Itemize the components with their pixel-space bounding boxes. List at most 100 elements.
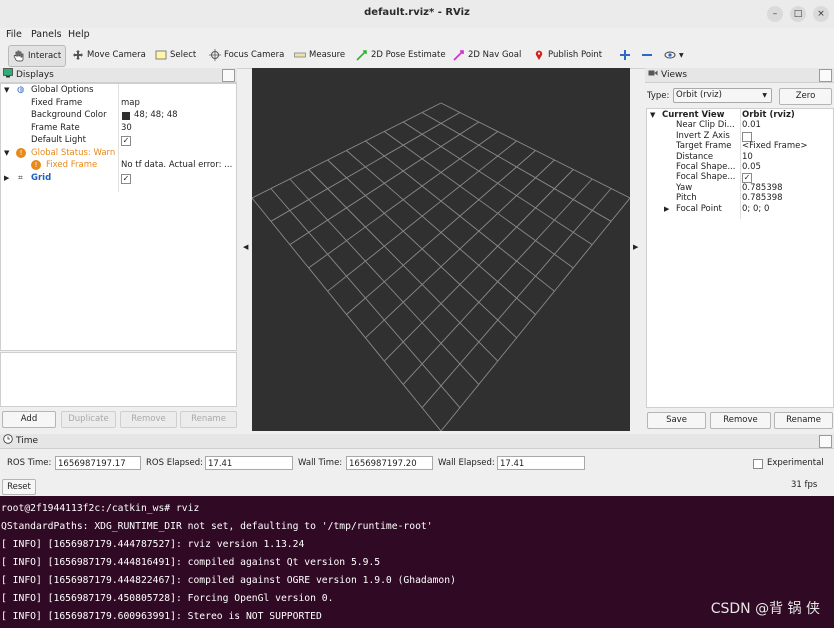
publish-point-label: Publish Point [548, 50, 603, 60]
ros-elapsed-field[interactable]: 17.41 [205, 456, 293, 470]
publish-point-tool[interactable]: Publish Point [533, 45, 602, 65]
terminal-window[interactable]: root@2f1944113f2c:/catkin_ws# rviz QStan… [0, 496, 834, 628]
views-panel-close-button[interactable] [819, 69, 832, 82]
3d-viewport[interactable] [252, 68, 630, 431]
grid-enabled-checkbox[interactable]: ✓ [121, 173, 131, 184]
terminal-line: root@2f1944113f2c:/catkin_ws# rviz [1, 503, 200, 514]
terminal-line: [ INFO] [1656987179.444816491]: compiled… [1, 557, 381, 568]
interact-tool[interactable]: Interact [8, 45, 67, 67]
pose-estimate-tool[interactable]: 2D Pose Estimate [356, 45, 446, 65]
view-type-select[interactable]: Orbit (rviz) ▼ [673, 88, 772, 103]
expand-arrow-icon[interactable]: ▼ [4, 147, 9, 160]
eye-icon [664, 51, 676, 58]
views-panel: Views Type: Orbit (rviz) ▼ Zero ▼ Curren… [645, 68, 834, 433]
toolbar: Interact Move Camera Select Focus Camera… [0, 42, 834, 69]
add-tool-button[interactable] [619, 45, 634, 65]
display-description-box [0, 352, 237, 407]
terminal-line: [ INFO] [1656987179.600963991]: Stereo i… [1, 611, 322, 622]
remove-tool-button[interactable] [641, 45, 656, 65]
wall-time-field[interactable]: 1656987197.20 [346, 456, 433, 470]
collapse-arrow-icon[interactable]: ▶ [664, 203, 669, 216]
grid-line [252, 197, 442, 431]
measure-tool[interactable]: Measure [294, 45, 345, 65]
tree-row-grid[interactable]: ▶ ⌗ Grid ✓ [1, 172, 236, 185]
add-display-button[interactable]: Add [2, 411, 56, 428]
remove-display-button[interactable]: Remove [120, 411, 177, 428]
displays-panel: Displays ▼ ◍ Global Options Fixed Frame … [0, 68, 237, 433]
pose-estimate-label: 2D Pose Estimate [371, 50, 446, 60]
warning-icon: ! [16, 147, 26, 158]
default-light-checkbox[interactable]: ✓ [121, 136, 131, 146]
move-camera-label: Move Camera [87, 50, 146, 60]
move-camera-icon [73, 49, 83, 60]
nav-goal-tool[interactable]: 2D Nav Goal [453, 45, 521, 65]
wall-elapsed-field[interactable]: 17.41 [497, 456, 585, 470]
menu-file[interactable]: File [6, 29, 22, 40]
tree-row-background-color[interactable]: Background Color 48; 48; 48 [1, 109, 236, 122]
collapse-right-arrow-icon[interactable]: ▶ [633, 243, 638, 251]
tree-row-focal-point[interactable]: ▶ Focal Point 0; 0; 0 [647, 203, 833, 216]
save-view-button[interactable]: Save [647, 412, 706, 429]
ros-time-label: ROS Time: [7, 458, 52, 468]
displays-panel-header: Displays [0, 68, 237, 83]
select-tool[interactable]: Select [155, 45, 196, 65]
grid-render [252, 102, 630, 431]
time-panel-close-button[interactable] [819, 435, 832, 448]
minimize-button[interactable]: – [767, 6, 783, 22]
view-type-label: Type: [647, 91, 670, 101]
move-camera-tool[interactable]: Move Camera [72, 45, 146, 65]
menu-panels[interactable]: Panels [31, 29, 62, 40]
frame-rate-value[interactable]: 30 [121, 122, 132, 135]
close-button[interactable]: × [813, 6, 829, 22]
grid-line [289, 178, 480, 385]
maximize-button[interactable]: □ [790, 6, 806, 22]
collapse-arrow-icon[interactable]: ▶ [4, 172, 9, 185]
background-color-value[interactable]: 48; 48; 48 [134, 109, 178, 122]
color-swatch[interactable] [122, 112, 130, 120]
expand-arrow-icon[interactable]: ▼ [4, 84, 9, 97]
tree-row-default-light[interactable]: Default Light ✓ [1, 134, 236, 147]
remove-view-button[interactable]: Remove [710, 412, 771, 429]
camera-icon [648, 70, 658, 76]
wall-elapsed-label: Wall Elapsed: [438, 458, 495, 468]
grid-line [270, 188, 461, 408]
focal-point-value[interactable]: 0; 0; 0 [742, 203, 769, 216]
focus-camera-icon [209, 48, 221, 61]
terminal-line: QStandardPaths: XDG_RUNTIME_DIR not set,… [1, 521, 433, 532]
fixed-frame-value[interactable]: map [121, 97, 140, 110]
rename-display-button[interactable]: Rename [180, 411, 237, 428]
watermark-text: CSDN @背 锅 侠 [710, 601, 820, 617]
row-label: Global Status: Warn [31, 147, 116, 158]
dropdown-arrow-icon: ▼ [762, 92, 767, 99]
zero-button[interactable]: Zero [779, 88, 832, 105]
view-type-value: Orbit (rviz) [676, 90, 722, 100]
views-panel-title: Views [661, 70, 688, 80]
row-label: Background Color [31, 110, 107, 120]
reset-button[interactable]: Reset [2, 479, 36, 495]
tree-row-frame-rate[interactable]: Frame Rate 30 [1, 122, 236, 135]
duplicate-display-button[interactable]: Duplicate [61, 411, 116, 428]
row-label: Grid [31, 172, 52, 183]
collapse-left-arrow-icon[interactable]: ◀ [243, 243, 248, 251]
displays-panel-close-button[interactable] [222, 69, 235, 82]
tree-row-global-options[interactable]: ▼ ◍ Global Options [1, 84, 236, 97]
tree-row-status-fixed-frame[interactable]: ! Fixed Frame No tf data. Actual error: … [1, 159, 236, 172]
terminal-line: [ INFO] [1656987179.450805728]: Forcing … [1, 593, 334, 604]
experimental-checkbox[interactable] [753, 459, 763, 469]
rename-view-button[interactable]: Rename [774, 412, 833, 429]
hand-icon [13, 50, 24, 61]
focus-camera-label: Focus Camera [224, 50, 285, 60]
menu-help[interactable]: Help [68, 29, 90, 40]
ros-elapsed-label: ROS Elapsed: [146, 458, 203, 468]
terminal-line: [ INFO] [1656987179.444822467]: compiled… [1, 575, 456, 586]
time-panel: Time ROS Time: 1656987197.17 ROS Elapsed… [0, 434, 834, 496]
select-icon [155, 50, 167, 59]
ros-time-field[interactable]: 1656987197.17 [55, 456, 141, 470]
tree-row-global-status[interactable]: ▼ ! Global Status: Warn [1, 147, 236, 160]
tree-row-fixed-frame[interactable]: Fixed Frame map [1, 97, 236, 110]
focus-camera-tool[interactable]: Focus Camera [209, 45, 284, 65]
tool-visibility-button[interactable]: ▼ [664, 45, 684, 65]
grid-line [327, 159, 517, 339]
row-label: Global Options [31, 85, 94, 95]
grid-line [365, 159, 555, 339]
